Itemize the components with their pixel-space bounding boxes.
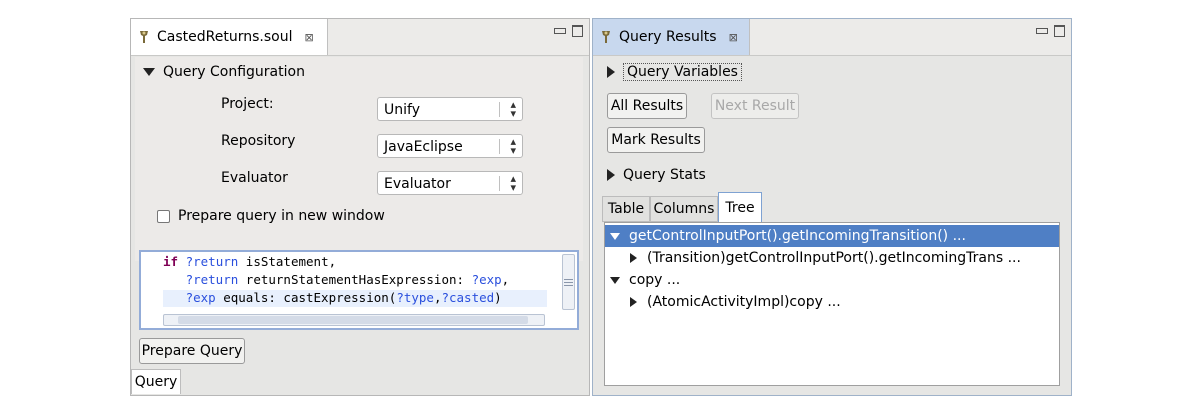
collapsed-triangle-icon [607,169,615,181]
all-results-button[interactable]: All Results [607,93,687,119]
code-line: ?exp equals: castExpression(?type,?caste… [185,290,502,305]
new-window-checkbox[interactable] [157,209,170,223]
new-window-option[interactable]: Prepare query in new window [157,208,385,224]
soul-results-icon [602,31,610,43]
repository-value: JavaEclipse [384,139,463,155]
query-stats-label: Query Stats [623,167,706,183]
editor-tabbar: CastedReturns.soul ⊠ [131,19,589,56]
soul-file-icon [140,31,148,43]
query-code-editor[interactable]: if ?return isStatement, ?return returnSt… [139,250,579,330]
tree-row[interactable]: getControlInputPort().getIncomingTransit… [605,225,1059,247]
tree-row[interactable]: (AtomicActivityImpl)copy ... [605,291,841,313]
repository-label: Repository [221,133,296,149]
view-controls [1036,25,1065,37]
repository-combo[interactable]: JavaEclipse ▴ ▾ [377,134,523,158]
close-icon[interactable]: ⊠ [304,31,313,44]
combo-arrows-icon: ▴ ▾ [510,172,516,194]
editor-tab-title: CastedReturns.soul [157,29,293,45]
minimize-icon[interactable] [554,28,566,34]
evaluator-combo[interactable]: Evaluator ▴ ▾ [377,171,523,195]
scroll-thumb[interactable] [178,316,528,324]
combo-arrows-icon: ▴ ▾ [510,135,516,157]
query-configuration-section: Query Configuration Project: Unify ▴ ▾ Re… [135,57,583,261]
tree-row-label: (AtomicActivityImpl)copy ... [647,294,841,310]
project-label: Project: [221,96,274,112]
expanded-triangle-icon [143,68,155,76]
collapsed-triangle-icon[interactable] [629,253,637,263]
collapsed-triangle-icon [607,66,615,78]
new-window-label: Prepare query in new window [178,208,385,224]
results-tab-title: Query Results [619,29,717,45]
tab-tree[interactable]: Tree [718,192,762,222]
results-tab[interactable]: Query Results ⊠ [593,19,750,55]
tab-columns[interactable]: Columns [650,196,718,222]
query-variables-label: Query Variables [623,63,742,81]
vertical-scrollbar[interactable] [562,254,575,310]
maximize-icon[interactable] [1054,25,1065,37]
tree-row-label: getControlInputPort().getIncomingTransit… [629,228,966,244]
mark-results-button[interactable]: Mark Results [607,127,705,153]
tab-query[interactable]: Query [131,369,181,394]
evaluator-label: Evaluator [221,170,288,186]
combo-arrows-icon: ▴ ▾ [510,98,516,120]
query-stats-header[interactable]: Query Stats [607,167,706,183]
query-editor-panel: CastedReturns.soul ⊠ Query Configuration… [130,18,590,396]
maximize-icon[interactable] [572,25,583,37]
horizontal-scrollbar[interactable] [163,314,545,326]
tree-row[interactable]: copy ... [605,269,680,291]
minimize-icon[interactable] [1036,28,1048,34]
code-line: ?return returnStatementHasExpression: ?e… [185,272,510,287]
query-variables-header[interactable]: Query Variables [607,63,742,81]
evaluator-value: Evaluator [384,176,451,192]
tree-row[interactable]: (Transition)getControlInputPort().getInc… [605,247,1021,269]
project-combo[interactable]: Unify ▴ ▾ [377,97,523,121]
query-configuration-header[interactable]: Query Configuration [143,64,305,80]
project-value: Unify [384,102,420,118]
tab-table[interactable]: Table [602,196,650,222]
close-icon[interactable]: ⊠ [729,31,738,44]
code-line: if ?return isStatement, [163,254,337,269]
view-controls [554,25,583,37]
next-result-button[interactable]: Next Result [711,93,799,119]
results-tabbar: Query Results ⊠ [593,19,1071,56]
expanded-triangle-icon[interactable] [610,276,620,284]
results-tree[interactable]: getControlInputPort().getIncomingTransit… [604,222,1060,386]
collapsed-triangle-icon[interactable] [629,297,637,307]
section-title: Query Configuration [163,64,305,80]
expanded-triangle-icon[interactable] [610,232,620,240]
prepare-query-button[interactable]: Prepare Query [139,338,245,364]
query-results-panel: Query Results ⊠ Query Variables All Resu… [592,18,1072,396]
tree-row-label: (Transition)getControlInputPort().getInc… [647,250,1021,266]
tree-row-label: copy ... [629,272,681,288]
editor-tab[interactable]: CastedReturns.soul ⊠ [131,19,328,55]
